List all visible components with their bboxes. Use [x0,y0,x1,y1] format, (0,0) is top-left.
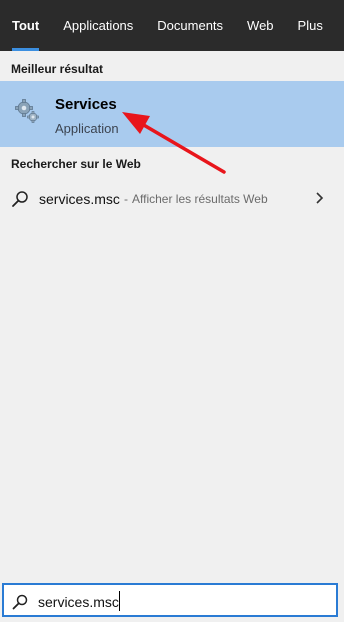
chevron-right-icon[interactable] [314,191,324,205]
best-match-result[interactable] [0,81,344,147]
web-search-separator: - [124,192,128,206]
active-tab-indicator [12,48,40,51]
web-search-hint: Afficher les résultats Web [132,192,268,206]
web-search-heading: Rechercher sur le Web [11,157,141,171]
tab-applications[interactable]: Applications [51,0,145,51]
best-match-title: Services [55,96,117,113]
gear-icon [15,99,39,123]
search-icon [12,594,28,610]
tab-documents[interactable]: Documents [145,0,235,51]
tab-all[interactable]: Tout [0,0,51,51]
web-search-query: services.msc [39,191,120,207]
tab-documents-label: Documents [157,18,224,33]
tab-web-label: Web [247,18,274,33]
tab-more-label: Plus [297,18,323,33]
tab-all-label: Tout [12,18,40,33]
search-tabs-bar: Tout Applications Documents Web Plus [0,0,344,51]
tab-more[interactable]: Plus [286,0,335,51]
search-input-value: services.msc [38,594,119,610]
best-match-heading: Meilleur résultat [11,62,104,76]
best-match-subtitle: Application [55,121,119,136]
text-caret [119,591,120,611]
tab-applications-label: Applications [63,18,134,33]
search-icon [12,191,28,207]
tab-web[interactable]: Web [235,0,286,51]
